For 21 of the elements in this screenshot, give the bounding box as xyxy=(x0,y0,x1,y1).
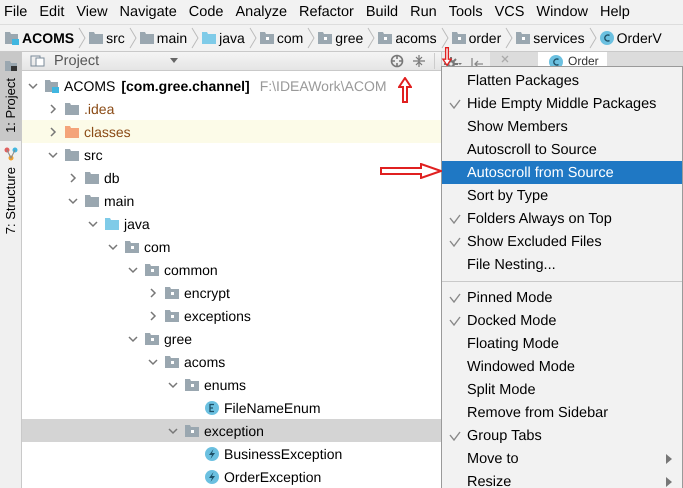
tree-label: main xyxy=(104,192,134,208)
tree-label: BusinessException xyxy=(224,446,342,462)
tree-label: common xyxy=(164,262,218,278)
tree-label: exceptions xyxy=(184,308,251,324)
tree-label: encrypt xyxy=(184,284,230,300)
tree-label: db xyxy=(104,170,120,186)
tree-label: FileNameEnum xyxy=(224,400,320,416)
tree-label: OrderException xyxy=(224,468,322,484)
tree-label: exception xyxy=(204,422,264,438)
project-path: F:\IDEAWork\ACOM xyxy=(260,78,387,94)
tree-label: acoms xyxy=(184,354,226,370)
tree-label: .idea xyxy=(84,100,114,116)
tree-label: src xyxy=(84,146,103,162)
tree-label: enums xyxy=(204,376,246,392)
tree-label: com xyxy=(144,238,170,254)
tree-label: gree xyxy=(164,330,192,346)
tree-label: ACOMS xyxy=(64,78,116,94)
panel-title: Project xyxy=(54,53,100,69)
module-name: [com.gree.channel] xyxy=(121,78,250,94)
tree-label: classes xyxy=(84,124,131,140)
tree-label: java xyxy=(124,216,150,232)
